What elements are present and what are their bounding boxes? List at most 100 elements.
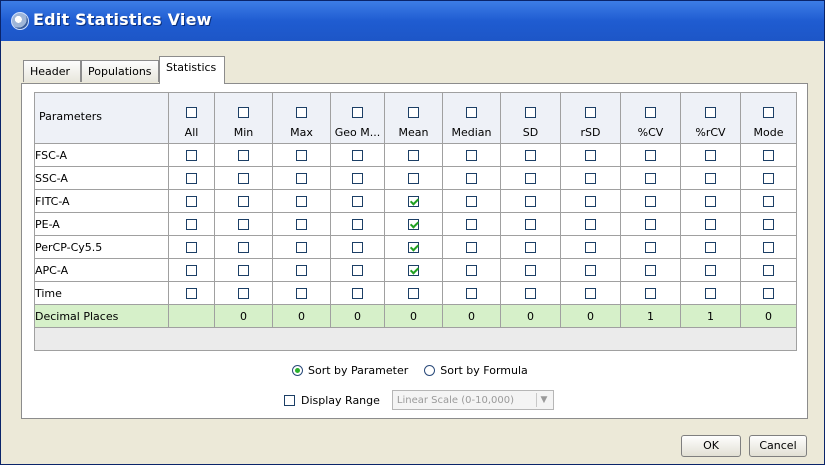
statistic-checkbox-checked[interactable] bbox=[408, 242, 419, 253]
statistic-checkbox[interactable] bbox=[525, 288, 536, 299]
decimal-places-value[interactable]: 1 bbox=[680, 304, 741, 328]
statistic-checkbox[interactable] bbox=[408, 173, 419, 184]
tab-header[interactable]: Header bbox=[23, 60, 81, 82]
statistic-checkbox[interactable] bbox=[645, 265, 656, 276]
statistic-checkbox-checked[interactable] bbox=[408, 196, 419, 207]
statistic-checkbox[interactable] bbox=[352, 150, 363, 161]
statistic-checkbox[interactable] bbox=[525, 196, 536, 207]
title-bar[interactable]: Edit Statistics View bbox=[1, 1, 824, 41]
statistic-checkbox[interactable] bbox=[645, 288, 656, 299]
statistic-checkbox[interactable] bbox=[525, 265, 536, 276]
statistic-checkbox[interactable] bbox=[585, 150, 596, 161]
ok-button[interactable]: OK bbox=[681, 435, 741, 457]
statistic-checkbox[interactable] bbox=[352, 242, 363, 253]
statistic-checkbox[interactable] bbox=[238, 219, 249, 230]
column-select-checkbox[interactable] bbox=[296, 107, 307, 118]
statistic-checkbox[interactable] bbox=[466, 196, 477, 207]
statistic-checkbox[interactable] bbox=[352, 219, 363, 230]
statistic-checkbox[interactable] bbox=[238, 288, 249, 299]
statistic-checkbox[interactable] bbox=[705, 196, 716, 207]
statistic-checkbox[interactable] bbox=[466, 242, 477, 253]
statistic-checkbox[interactable] bbox=[352, 173, 363, 184]
statistic-checkbox[interactable] bbox=[238, 173, 249, 184]
cancel-button[interactable]: Cancel bbox=[749, 435, 807, 457]
tab-statistics[interactable]: Statistics bbox=[159, 56, 225, 84]
statistic-checkbox[interactable] bbox=[352, 196, 363, 207]
statistic-checkbox[interactable] bbox=[296, 265, 307, 276]
decimal-places-value[interactable]: 0 bbox=[384, 304, 443, 328]
decimal-places-value[interactable]: 0 bbox=[500, 304, 561, 328]
statistic-checkbox[interactable] bbox=[525, 173, 536, 184]
statistic-checkbox[interactable] bbox=[705, 173, 716, 184]
column-select-checkbox[interactable] bbox=[186, 107, 197, 118]
statistic-checkbox[interactable] bbox=[186, 173, 197, 184]
statistic-checkbox[interactable] bbox=[705, 288, 716, 299]
column-select-checkbox[interactable] bbox=[645, 107, 656, 118]
statistic-checkbox[interactable] bbox=[238, 265, 249, 276]
column-select-checkbox[interactable] bbox=[585, 107, 596, 118]
column-select-checkbox[interactable] bbox=[408, 107, 419, 118]
statistic-checkbox[interactable] bbox=[408, 288, 419, 299]
statistic-checkbox[interactable] bbox=[585, 196, 596, 207]
statistic-checkbox[interactable] bbox=[408, 150, 419, 161]
statistic-checkbox[interactable] bbox=[645, 150, 656, 161]
statistic-checkbox[interactable] bbox=[763, 173, 774, 184]
statistic-checkbox[interactable] bbox=[763, 150, 774, 161]
statistic-checkbox[interactable] bbox=[763, 242, 774, 253]
statistic-checkbox[interactable] bbox=[466, 288, 477, 299]
statistic-checkbox[interactable] bbox=[585, 265, 596, 276]
statistic-checkbox[interactable] bbox=[525, 150, 536, 161]
statistic-checkbox-checked[interactable] bbox=[408, 265, 419, 276]
column-select-checkbox[interactable] bbox=[763, 107, 774, 118]
statistic-checkbox[interactable] bbox=[763, 288, 774, 299]
statistic-checkbox[interactable] bbox=[525, 242, 536, 253]
statistic-checkbox[interactable] bbox=[585, 219, 596, 230]
statistic-checkbox[interactable] bbox=[705, 219, 716, 230]
tab-populations[interactable]: Populations bbox=[81, 60, 159, 82]
statistic-checkbox[interactable] bbox=[352, 265, 363, 276]
statistic-checkbox[interactable] bbox=[186, 265, 197, 276]
statistic-checkbox[interactable] bbox=[466, 265, 477, 276]
statistic-checkbox[interactable] bbox=[645, 219, 656, 230]
column-select-checkbox[interactable] bbox=[466, 107, 477, 118]
statistic-checkbox[interactable] bbox=[186, 196, 197, 207]
statistic-checkbox[interactable] bbox=[186, 242, 197, 253]
decimal-places-value[interactable]: 0 bbox=[330, 304, 385, 328]
column-select-checkbox[interactable] bbox=[705, 107, 716, 118]
statistic-checkbox[interactable] bbox=[645, 173, 656, 184]
statistic-checkbox[interactable] bbox=[296, 196, 307, 207]
decimal-places-value[interactable]: 0 bbox=[442, 304, 501, 328]
statistic-checkbox[interactable] bbox=[186, 219, 197, 230]
display-range-checkbox[interactable] bbox=[284, 394, 295, 406]
statistic-checkbox[interactable] bbox=[645, 242, 656, 253]
decimal-places-value[interactable]: 0 bbox=[272, 304, 331, 328]
statistic-checkbox[interactable] bbox=[705, 150, 716, 161]
statistic-checkbox[interactable] bbox=[238, 150, 249, 161]
statistic-checkbox[interactable] bbox=[466, 219, 477, 230]
statistic-checkbox[interactable] bbox=[296, 219, 307, 230]
statistic-checkbox[interactable] bbox=[705, 242, 716, 253]
statistic-checkbox[interactable] bbox=[585, 242, 596, 253]
statistic-checkbox[interactable] bbox=[645, 196, 656, 207]
statistic-checkbox[interactable] bbox=[296, 242, 307, 253]
column-select-checkbox[interactable] bbox=[352, 107, 363, 118]
statistic-checkbox[interactable] bbox=[763, 219, 774, 230]
statistic-checkbox[interactable] bbox=[585, 288, 596, 299]
statistic-checkbox[interactable] bbox=[352, 288, 363, 299]
statistic-checkbox[interactable] bbox=[296, 288, 307, 299]
statistic-checkbox[interactable] bbox=[238, 242, 249, 253]
column-select-checkbox[interactable] bbox=[525, 107, 536, 118]
decimal-places-value[interactable]: 0 bbox=[560, 304, 621, 328]
statistic-checkbox[interactable] bbox=[763, 265, 774, 276]
statistic-checkbox[interactable] bbox=[296, 150, 307, 161]
statistic-checkbox[interactable] bbox=[466, 173, 477, 184]
decimal-places-value[interactable] bbox=[168, 304, 215, 328]
statistic-checkbox[interactable] bbox=[186, 150, 197, 161]
statistic-checkbox[interactable] bbox=[466, 150, 477, 161]
decimal-places-value[interactable]: 0 bbox=[740, 304, 797, 328]
decimal-places-value[interactable]: 0 bbox=[214, 304, 273, 328]
statistic-checkbox[interactable] bbox=[186, 288, 197, 299]
decimal-places-value[interactable]: 1 bbox=[620, 304, 681, 328]
statistic-checkbox-checked[interactable] bbox=[408, 219, 419, 230]
statistic-checkbox[interactable] bbox=[525, 219, 536, 230]
